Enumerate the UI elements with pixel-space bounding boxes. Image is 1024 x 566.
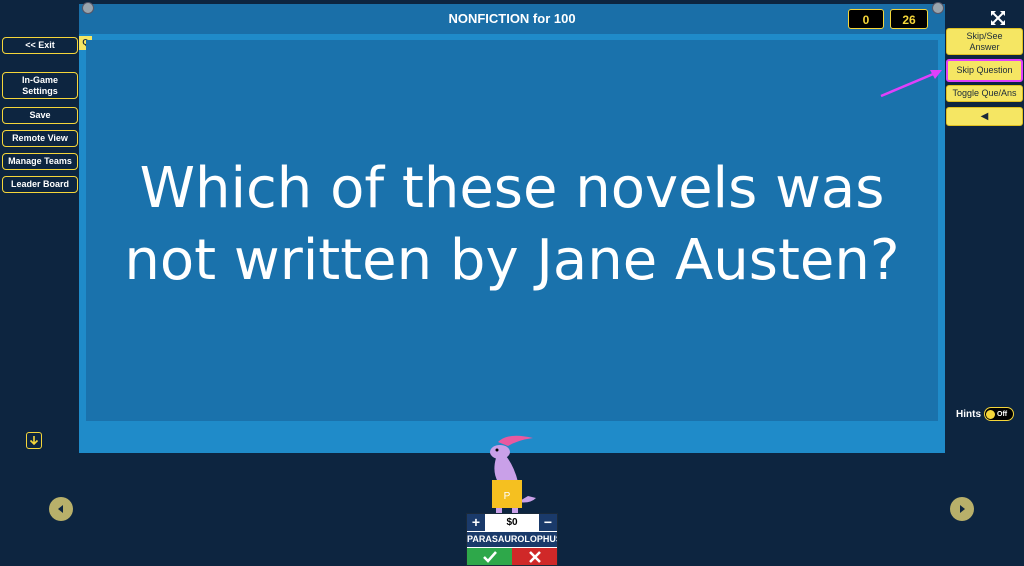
correct-button[interactable] [467, 548, 512, 565]
toggle-que-ans-button[interactable]: Toggle Que/Ans [946, 85, 1023, 102]
leader-board-button[interactable]: Leader Board [2, 176, 78, 193]
scroll-down-icon[interactable] [26, 432, 42, 449]
skip-question-button[interactable]: Skip Question [946, 59, 1023, 82]
annotation-arrow-icon [880, 70, 942, 98]
team-money: $0 [506, 517, 518, 528]
exit-button[interactable]: << Exit [2, 37, 78, 54]
next-button[interactable] [950, 497, 974, 521]
question-text: Which of these novels was not written by… [124, 155, 900, 293]
pin-left-icon [82, 2, 94, 14]
x-icon [528, 550, 541, 563]
question-panel[interactable]: Which of these novels was not written by… [86, 40, 938, 421]
team-badge-letter: P [504, 491, 511, 502]
title-bar: NONFICTION for 100 [79, 4, 945, 34]
score-left: 0 [848, 9, 884, 29]
skip-see-label-1: Skip/See [966, 30, 1003, 41]
save-button[interactable]: Save [2, 107, 78, 124]
page-title: NONFICTION for 100 [448, 11, 576, 26]
skip-see-answer-button[interactable]: Skip/See Answer [946, 28, 1023, 55]
in-game-settings-label-1: In-Game [21, 74, 58, 85]
incorrect-button[interactable] [512, 548, 557, 565]
question-board: NONFICTION for 100 Q Which of these nove… [79, 4, 945, 453]
hints-switch[interactable]: Off [984, 407, 1014, 421]
skip-see-label-2: Answer [969, 41, 1000, 52]
team-card: + $0 − PARASAUROLOPHUS [466, 513, 558, 566]
sound-button[interactable]: ◀ [946, 107, 1023, 126]
subtract-points-button[interactable]: − [539, 514, 557, 531]
hints-label: Hints [956, 408, 981, 420]
chevron-left-icon [58, 505, 63, 513]
dinosaur-avatar: P [490, 435, 536, 514]
switch-knob-icon [986, 409, 995, 419]
in-game-settings-label-2: Settings [22, 85, 58, 96]
previous-button[interactable] [49, 497, 73, 521]
score-right: 26 [890, 9, 928, 29]
remote-view-button[interactable]: Remote View [2, 130, 78, 147]
chevron-right-icon [960, 505, 965, 513]
pin-right-icon [932, 2, 944, 14]
manage-teams-button[interactable]: Manage Teams [2, 153, 78, 170]
add-points-button[interactable]: + [467, 514, 485, 531]
checkmark-icon [482, 550, 497, 563]
hints-state: Off [997, 410, 1008, 418]
team-name: PARASAUROLOPHUS [467, 532, 557, 547]
fullscreen-icon[interactable] [990, 10, 1006, 26]
in-game-settings-button[interactable]: In-Game Settings [2, 72, 78, 99]
hints-toggle[interactable]: Hints Off [956, 405, 1014, 423]
